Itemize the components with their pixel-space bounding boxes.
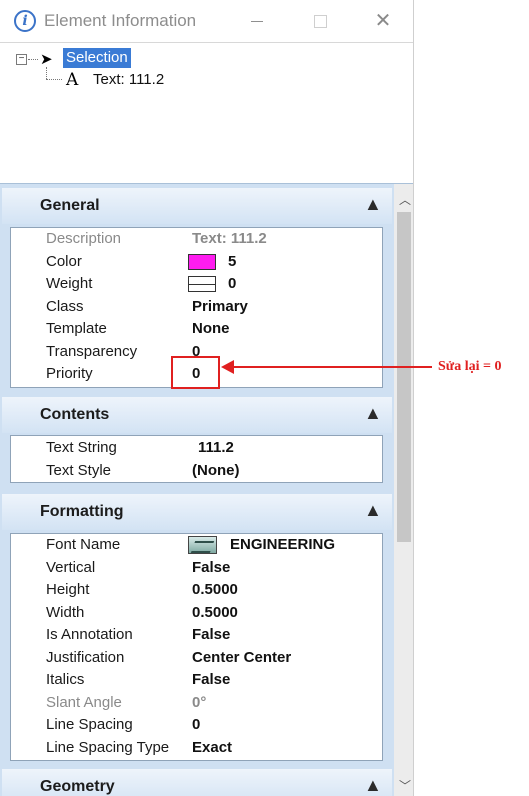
property-row-justification[interactable]: Justification Center Center [11, 647, 382, 670]
property-row-italics[interactable]: Italics False [11, 669, 382, 692]
property-label: Weight [46, 275, 93, 292]
info-icon: i [14, 10, 36, 32]
property-value: False [192, 671, 231, 688]
font-icon [188, 536, 217, 554]
section-header-formatting[interactable]: Formatting ▲ [2, 494, 392, 530]
property-label: Text Style [46, 461, 112, 479]
title-bar: i Element Information ✕ [0, 0, 413, 42]
scroll-up-icon[interactable]: ︿ [399, 191, 411, 208]
property-label: Slant Angle [46, 693, 122, 711]
tree-connector [46, 79, 62, 80]
property-value: (None) [192, 461, 240, 479]
property-value: 0 [192, 716, 201, 733]
property-row-line-spacing[interactable]: Line Spacing 0 [11, 714, 382, 737]
contents-properties: Text String 111.2 Text Style (None) [10, 435, 383, 483]
property-value: 0° [192, 693, 207, 711]
property-row-weight[interactable]: Weight 0 [11, 273, 382, 296]
property-label: Height [46, 581, 90, 598]
property-row-class[interactable]: Class Primary [11, 296, 382, 319]
element-information-window: i Element Information ✕ − ➤ Selection A … [0, 0, 414, 796]
property-label: Template [46, 320, 107, 337]
property-value: None [192, 320, 230, 337]
color-swatch [188, 253, 216, 270]
property-value: Exact [192, 738, 233, 756]
annotation-note: Sửa lại = 0 [438, 359, 502, 374]
formatting-properties: Font Name ENGINEERING Vertical False Hei… [10, 533, 383, 761]
property-value: Text: 111.2 [192, 230, 267, 247]
property-label: Priority [46, 365, 93, 382]
property-value: False [192, 626, 231, 643]
selection-tree: − ➤ Selection A Text: 111.2 [0, 42, 413, 182]
vertical-scrollbar[interactable]: ︿ ﹀ [394, 184, 413, 796]
property-value: 0 [228, 275, 237, 292]
property-label: Line Spacing [46, 716, 133, 733]
property-label: Class [46, 297, 84, 315]
property-row-template[interactable]: Template None [11, 318, 382, 341]
property-label: Vertical [46, 558, 96, 576]
scroll-down-icon[interactable]: ﹀ [399, 777, 411, 794]
property-label: Width [46, 603, 85, 621]
chevron-up-icon[interactable]: ▲ [364, 775, 382, 796]
property-label: Font Name [46, 536, 121, 553]
chevron-up-icon[interactable]: ▲ [364, 403, 382, 424]
property-value: False [192, 558, 231, 576]
property-value: Primary [192, 297, 248, 315]
properties-pane: General ▲ Description Text: 111.2 Color … [0, 183, 413, 796]
arrow-line [232, 366, 432, 368]
window-title: Element Information [44, 11, 197, 30]
property-label: Line Spacing Type [46, 738, 170, 756]
section-title: General [40, 197, 100, 214]
property-value[interactable]: 111.2 [198, 439, 234, 456]
scrollbar-thumb[interactable] [397, 212, 411, 542]
section-title: Contents [40, 406, 110, 423]
property-row-text-style[interactable]: Text Style (None) [11, 460, 382, 483]
property-row-line-spacing-type[interactable]: Line Spacing Type Exact [11, 737, 382, 760]
property-label: Color [46, 252, 82, 270]
close-icon: ✕ [374, 10, 392, 32]
property-row-slant-angle: Slant Angle 0° [11, 692, 382, 715]
property-value: ENGINEERING [230, 536, 336, 553]
minimize-button[interactable] [240, 6, 274, 36]
section-header-geometry[interactable]: Geometry ▲ [2, 769, 392, 796]
property-row-color[interactable]: Color 5 [11, 251, 382, 274]
property-label: Is Annotation [46, 626, 133, 643]
property-label: Italics [46, 671, 85, 688]
property-row-height[interactable]: Height 0.5000 [11, 579, 382, 602]
tree-node-selection[interactable]: Selection [63, 48, 131, 68]
property-row-is-annotation[interactable]: Is Annotation False [11, 624, 382, 647]
close-button[interactable]: ✕ [366, 6, 400, 36]
property-label: Justification [46, 648, 125, 666]
property-row-vertical[interactable]: Vertical False [11, 557, 382, 580]
section-title: Formatting [40, 503, 124, 520]
highlight-box [171, 356, 220, 389]
tree-connector [28, 59, 38, 60]
section-header-general[interactable]: General ▲ [2, 188, 392, 224]
property-value: 0.5000 [192, 603, 238, 621]
collapse-icon[interactable]: − [16, 54, 27, 65]
property-label: Text String [46, 439, 117, 456]
tree-connector [46, 67, 47, 79]
arrow-cursor-icon: ➤ [40, 51, 53, 68]
section-header-contents[interactable]: Contents ▲ [2, 397, 392, 433]
chevron-up-icon[interactable]: ▲ [364, 500, 382, 521]
section-title: Geometry [40, 778, 115, 795]
property-value: Center Center [192, 648, 292, 666]
chevron-up-icon[interactable]: ▲ [364, 194, 382, 215]
property-row-text-string[interactable]: Text String 111.2 [11, 437, 382, 460]
tree-node-text[interactable]: Text: 111.2 [93, 71, 164, 88]
property-value: 0.5000 [192, 581, 238, 598]
property-row-font-name[interactable]: Font Name ENGINEERING [11, 534, 382, 557]
property-value: 5 [228, 252, 237, 270]
property-row-width[interactable]: Width 0.5000 [11, 602, 382, 625]
property-row-description: Description Text: 111.2 [11, 228, 382, 251]
line-weight-icon [188, 276, 216, 292]
maximize-button[interactable] [303, 6, 337, 36]
text-element-icon: A [66, 70, 79, 90]
property-label: Description [46, 230, 122, 247]
property-label: Transparency [46, 342, 138, 360]
